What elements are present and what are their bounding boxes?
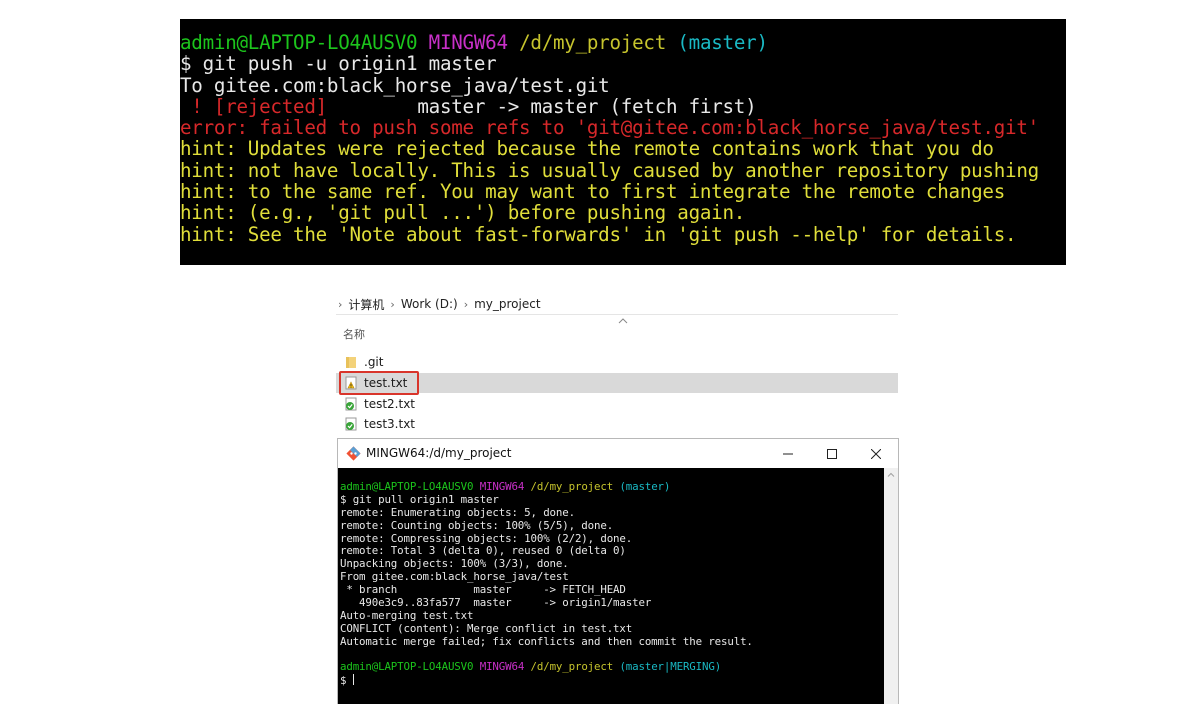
output-line: remote: Counting objects: 100% (5/5), do… <box>340 518 614 532</box>
sort-chevron-up-icon[interactable] <box>618 316 628 326</box>
breadcrumb-item-computer[interactable]: 计算机 <box>348 296 384 313</box>
folder-icon <box>346 357 356 368</box>
git-push-terminal-screenshot: admin@LAPTOP-LO4AUSV0 MINGW64 /d/my_proj… <box>180 19 1066 265</box>
file-row-test-txt[interactable]: test.txt <box>336 373 898 393</box>
maximize-icon <box>827 448 837 459</box>
input-prompt: $ <box>340 674 353 688</box>
command-line: $ git push -u origin1 master <box>180 52 497 76</box>
output-line: Auto-merging test.txt <box>340 608 474 622</box>
file-name: .git <box>364 355 384 369</box>
file-name: test2.txt <box>364 397 416 411</box>
file-row-test3-txt[interactable]: test3.txt <box>336 414 898 434</box>
hint-line: hint: Updates were rejected because the … <box>180 137 994 161</box>
breadcrumb-chevron-icon: › <box>463 297 469 311</box>
prompt-shell: MINGW64 <box>479 660 525 674</box>
file-name: test3.txt <box>364 417 416 431</box>
output-line: $ git pull origin1 master <box>340 492 499 506</box>
prompt-branch: (master) <box>677 31 768 54</box>
prompt-user-host: admin@LAPTOP-LO4AUSV0 <box>180 31 418 54</box>
prompt-branch: (master|MERGING) <box>619 660 722 674</box>
close-button[interactable] <box>854 439 898 468</box>
breadcrumb-item-folder[interactable]: my_project <box>474 297 540 311</box>
terminal-prompt-line: admin@LAPTOP-LO4AUSV0 MINGW64 /d/my_proj… <box>340 661 884 674</box>
maximize-button[interactable] <box>810 439 854 468</box>
column-header-name[interactable]: 名称 <box>343 326 365 342</box>
output-line: CONFLICT (content): Merge conflict in te… <box>340 621 633 635</box>
prompt-path: /d/my_project <box>530 480 614 493</box>
hint-line: hint: (e.g., 'git pull ...') before push… <box>180 201 746 225</box>
hint-line: hint: to the same ref. You may want to f… <box>180 180 1006 204</box>
breadcrumb: › 计算机 › Work (D:) › my_project <box>336 294 541 314</box>
minimize-button[interactable] <box>766 439 810 468</box>
rejected-line: ! [rejected] master -> master (fetch fir… <box>180 96 1066 117</box>
breadcrumb-item-drive[interactable]: Work (D:) <box>401 297 458 311</box>
output-line: Automatic merge failed; fix conflicts an… <box>340 634 753 648</box>
output-line: remote: Enumerating objects: 5, done. <box>340 505 575 519</box>
input-line[interactable]: $ <box>340 674 884 687</box>
breadcrumb-divider <box>336 314 898 315</box>
prompt-path: /d/my_project <box>530 660 614 674</box>
mingw64-window: MINGW64:/d/my_project admin@LAPTOP-LO4AU… <box>337 438 899 704</box>
breadcrumb-chevron-icon: › <box>338 297 343 311</box>
output-line: 490e3c9..83fa577 master -> origin1/maste… <box>340 596 652 610</box>
prompt-shell: MINGW64 <box>428 31 508 54</box>
hint-line: hint: not have locally. This is usually … <box>180 158 1039 182</box>
rejected-detail: master -> master (fetch first) <box>326 94 757 118</box>
minimize-icon <box>783 453 793 454</box>
prompt-user-host: admin@LAPTOP-LO4AUSV0 <box>340 660 474 674</box>
error-line: error: failed to push some refs to 'git@… <box>180 116 1039 140</box>
text-cursor <box>352 674 354 686</box>
terminal-prompt-line: admin@LAPTOP-LO4AUSV0 MINGW64 /d/my_proj… <box>180 32 1066 53</box>
prompt-branch: (master) <box>619 480 671 493</box>
git-icon <box>346 446 361 461</box>
hint-line: hint: See the 'Note about fast-forwards'… <box>180 222 1017 246</box>
to-line: To gitee.com:black_horse_java/test.git <box>180 73 610 97</box>
close-icon <box>871 448 881 459</box>
breadcrumb-chevron-icon: › <box>390 297 395 311</box>
highlight-box <box>339 371 419 395</box>
prompt-path: /d/my_project <box>519 31 667 54</box>
file-row-test2-txt[interactable]: test2.txt <box>336 394 898 414</box>
prompt-shell: MINGW64 <box>479 480 525 493</box>
terminal-output[interactable]: admin@LAPTOP-LO4AUSV0 MINGW64 /d/my_proj… <box>338 468 884 704</box>
prompt-user-host: admin@LAPTOP-LO4AUSV0 <box>340 480 474 493</box>
rejected-tag: ! [rejected] <box>180 94 327 118</box>
scroll-up-arrow-icon[interactable] <box>887 471 895 479</box>
file-explorer: › 计算机 › Work (D:) › my_project 名称 .git t… <box>336 290 898 440</box>
synced-file-icon <box>345 397 357 411</box>
file-row-git[interactable]: .git <box>336 352 898 372</box>
vertical-scrollbar[interactable] <box>884 468 898 704</box>
synced-file-icon <box>345 417 357 431</box>
terminal-prompt-line: admin@LAPTOP-LO4AUSV0 MINGW64 /d/my_proj… <box>340 480 884 494</box>
window-titlebar[interactable]: MINGW64:/d/my_project <box>338 439 898 468</box>
window-title: MINGW64:/d/my_project <box>366 446 512 460</box>
